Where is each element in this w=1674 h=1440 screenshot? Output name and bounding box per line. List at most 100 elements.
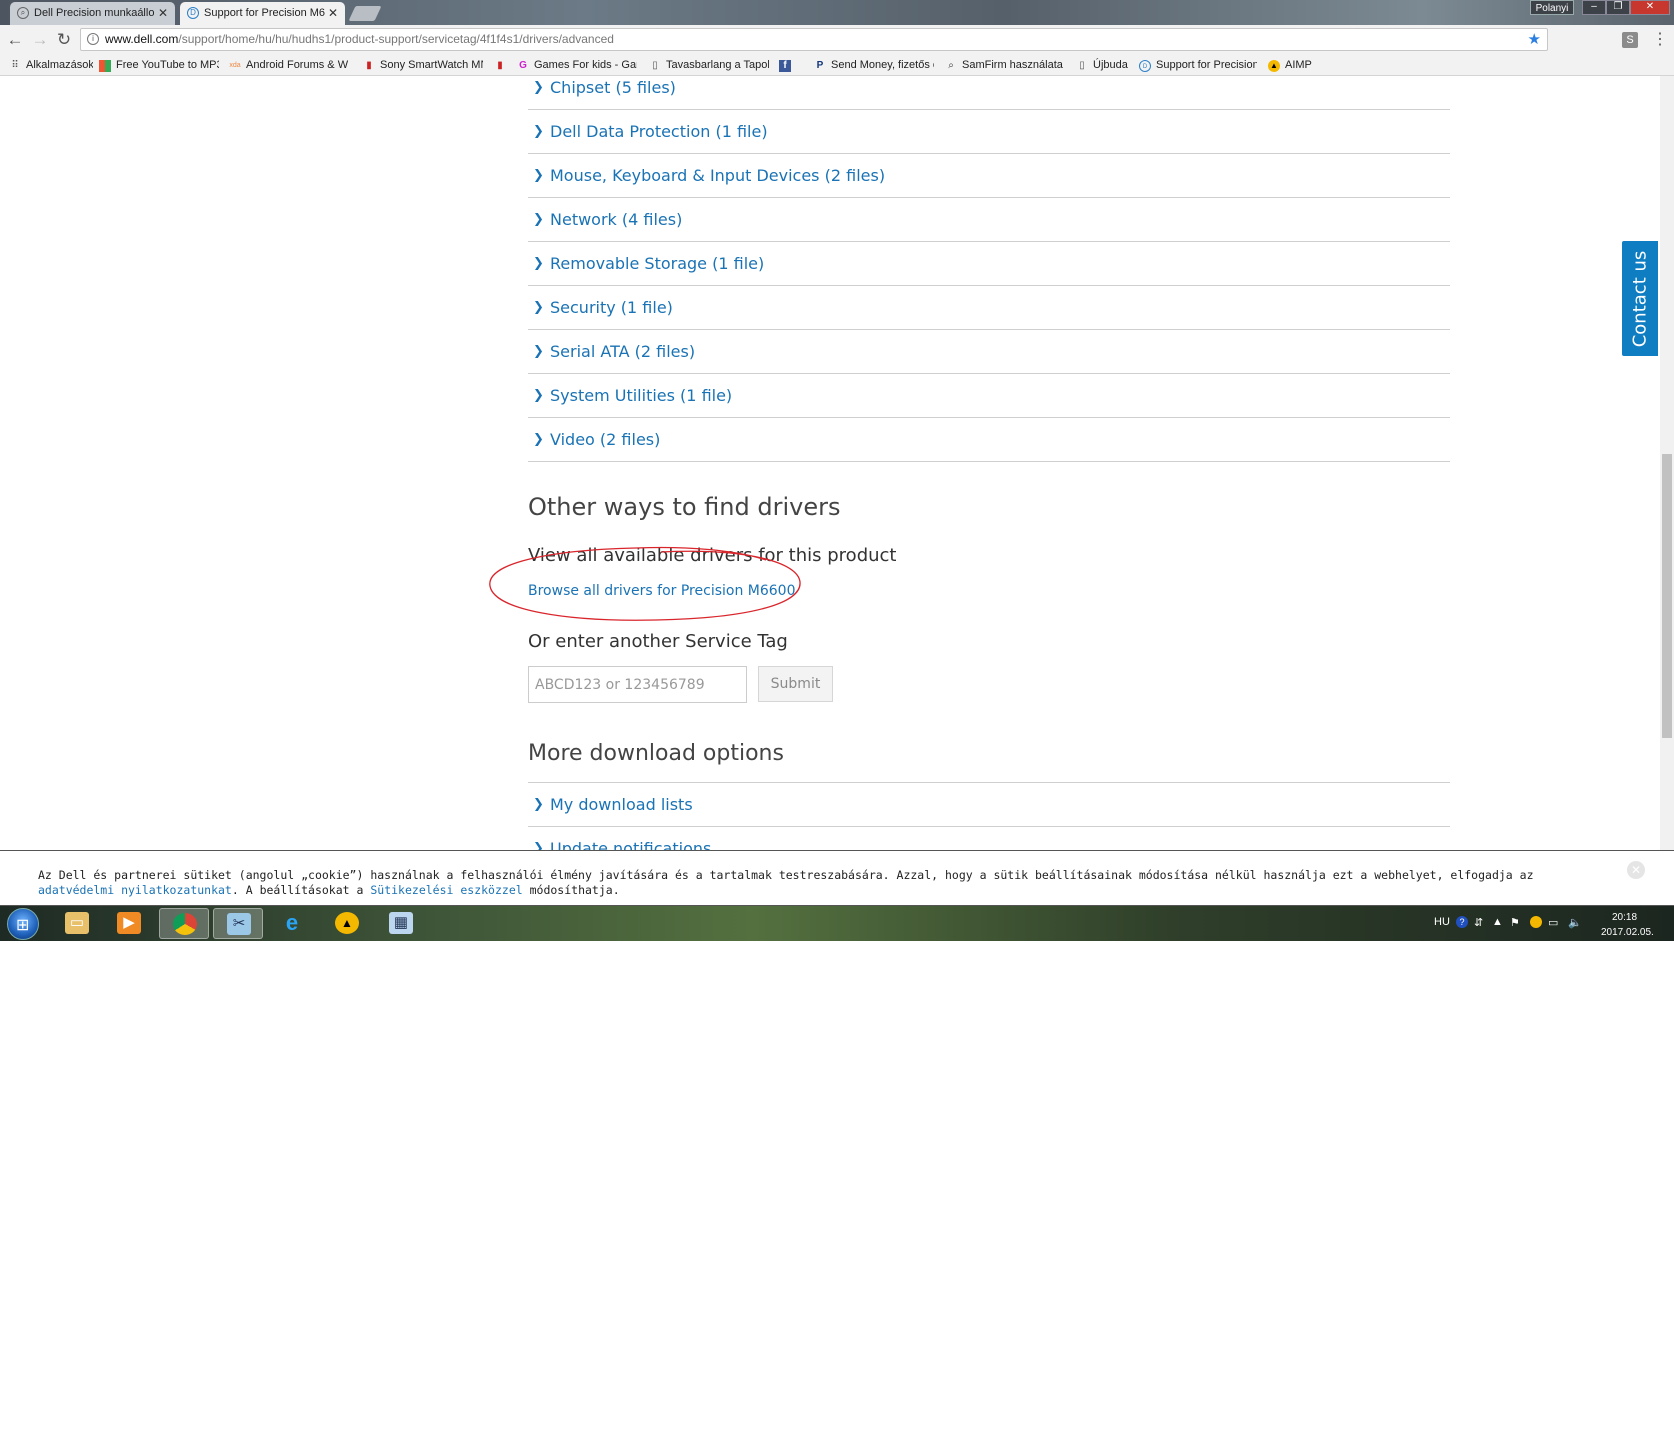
driver-category-chipset[interactable]: ❯ Chipset (5 files)	[528, 76, 1450, 110]
taskbar-aimp[interactable]: ▲	[322, 908, 372, 939]
bookmark-label: Games For kids - Gam	[534, 59, 637, 71]
submit-button[interactable]: Submit	[758, 666, 833, 702]
bookmark-label: Alkalmazások	[26, 59, 93, 71]
internet-explorer-icon: e	[285, 910, 299, 935]
reload-icon[interactable]: ↻	[53, 29, 75, 51]
close-icon[interactable]: ✕	[158, 2, 168, 25]
tab-label: Support for Precision M6	[204, 7, 326, 19]
category-label: Network (4 files)	[550, 210, 683, 229]
start-button[interactable]: ⊞	[7, 908, 39, 940]
taskbar-internet-explorer[interactable]: e	[267, 908, 317, 939]
chrome-menu-icon[interactable]: ⋮	[1652, 29, 1668, 51]
bookmark-aimp[interactable]: ▲ AIMP	[1268, 55, 1328, 76]
contact-us-tab[interactable]: Contact us	[1622, 241, 1658, 356]
red-annotation-circle	[489, 546, 801, 621]
bookmark-label: Free YouTube to MP3	[116, 59, 219, 71]
driver-category-video[interactable]: ❯ Video (2 files)	[528, 418, 1450, 462]
bookmark-label: Support for Precision	[1156, 59, 1257, 71]
profile-button[interactable]: Polanyi	[1530, 0, 1574, 15]
driver-category-dell-data-protection[interactable]: ❯ Dell Data Protection (1 file)	[528, 110, 1450, 154]
driver-category-serial-ata[interactable]: ❯ Serial ATA (2 files)	[528, 330, 1450, 374]
new-tab-button[interactable]	[348, 6, 382, 21]
privacy-statement-link[interactable]: adatvédelmi nyilatkozatunkat	[38, 883, 232, 897]
download-option-update-notifications[interactable]: ❯ Update notifications	[528, 827, 1450, 850]
driver-category-removable-storage[interactable]: ❯ Removable Storage (1 file)	[528, 242, 1450, 286]
taskbar-chrome[interactable]	[159, 908, 209, 939]
tab-dell-precision[interactable]: ⌕ Dell Precision munkaállo ✕	[10, 2, 175, 25]
aimp-icon: ▲	[1268, 60, 1280, 72]
page-scrollbar[interactable]	[1660, 76, 1674, 850]
show-hidden-icons-icon[interactable]: ▲	[1492, 916, 1503, 928]
category-label: Video (2 files)	[550, 430, 661, 449]
bookmark-red-phone[interactable]: ▮	[494, 55, 512, 76]
other-ways-heading: Other ways to find drivers	[528, 493, 841, 521]
restore-button[interactable]: ❐	[1606, 0, 1630, 15]
category-label: Security (1 file)	[550, 298, 673, 317]
bookmark-star-icon[interactable]: ★	[1528, 29, 1541, 50]
volume-icon[interactable]: 🔈	[1568, 916, 1582, 929]
scrollbar-thumb[interactable]	[1662, 454, 1672, 738]
language-indicator[interactable]: HU	[1434, 916, 1450, 928]
tab-support-precision[interactable]: D Support for Precision M6 ✕	[180, 2, 345, 25]
calculator-icon: ▦	[389, 912, 413, 934]
download-option-my-lists[interactable]: ❯ My download lists	[528, 783, 1450, 827]
minimize-button[interactable]: –	[1582, 0, 1606, 15]
bookmark-samfirm[interactable]: ⌕ SamFirm használata -	[945, 55, 1063, 76]
phone-icon: ▮	[497, 60, 503, 71]
url-host: www.dell.com	[105, 32, 179, 46]
search-icon: ⌕	[948, 60, 954, 71]
bookmark-ujbuda[interactable]: ▯ Újbuda	[1076, 55, 1141, 76]
bookmark-label: Tavasbarlang a Tapolc	[666, 59, 769, 71]
bookmark-facebook[interactable]: f	[779, 55, 797, 76]
window-close-button[interactable]: ✕	[1630, 0, 1670, 15]
taskbar-calculator[interactable]: ▦	[376, 908, 426, 939]
chevron-right-icon: ❯	[533, 212, 544, 227]
page-viewport: ❯ Chipset (5 files) ❯ Dell Data Protecti…	[0, 76, 1660, 850]
info-icon[interactable]: i	[87, 33, 99, 45]
chevron-right-icon: ❯	[533, 300, 544, 315]
taskbar-media-player[interactable]: ▶	[104, 908, 154, 939]
address-bar[interactable]: i www.dell.com/support/home/hu/hu/hudhs1…	[80, 28, 1548, 51]
bookmark-support-precision[interactable]: D Support for Precision	[1139, 55, 1257, 76]
bookmark-paypal[interactable]: P Send Money, fizetős c	[814, 55, 934, 76]
bookmark-label: Sony SmartWatch MN	[380, 59, 483, 71]
driver-category-system-utilities[interactable]: ❯ System Utilities (1 file)	[528, 374, 1450, 418]
url-path: /support/home/hu/hu/hudhs1/product-suppo…	[178, 32, 614, 46]
more-download-heading: More download options	[528, 741, 784, 766]
clock-date[interactable]: 2017.02.05.	[1601, 927, 1654, 938]
bookmark-games-for-kids[interactable]: G Games For kids - Gam	[517, 55, 637, 76]
windows-taskbar: ⊞ ▭ ▶ ✂ e ▲ ▦ HU ? ⇵ ▲ ⚑ ▭ 🔈 20:18 2017.…	[0, 906, 1674, 941]
close-icon[interactable]: ✕	[328, 2, 338, 25]
extension-icon[interactable]: S	[1622, 32, 1638, 48]
service-tag-input[interactable]	[528, 666, 747, 703]
tray-app-icon[interactable]	[1530, 916, 1542, 928]
cookie-close-icon[interactable]: ✕	[1627, 861, 1645, 879]
action-center-flag-icon[interactable]: ⚑	[1510, 916, 1520, 929]
driver-category-network[interactable]: ❯ Network (4 files)	[528, 198, 1450, 242]
clock-time[interactable]: 20:18	[1612, 912, 1637, 923]
driver-category-security[interactable]: ❯ Security (1 file)	[528, 286, 1450, 330]
taskbar-snipping-tool[interactable]: ✂	[213, 908, 263, 939]
dell-logo-icon: D	[1139, 60, 1151, 72]
back-arrow-icon[interactable]: ←	[4, 29, 26, 51]
bookmark-tavasbarlang[interactable]: ▯ Tavasbarlang a Tapolc	[649, 55, 769, 76]
taskbar-explorer[interactable]: ▭	[52, 908, 102, 939]
driver-category-input-devices[interactable]: ❯ Mouse, Keyboard & Input Devices (2 fil…	[528, 154, 1450, 198]
chevron-right-icon: ❯	[533, 432, 544, 447]
bookmark-apps[interactable]: ⠿ Alkalmazások	[9, 55, 93, 76]
tray-arrow-icon[interactable]: ⇵	[1474, 916, 1483, 929]
search-icon: ⌕	[17, 7, 29, 19]
cookie-tools-link[interactable]: Sütikezelési eszközzel	[370, 883, 522, 897]
forward-arrow-icon[interactable]: →	[29, 29, 51, 51]
bookmark-youtube-mp3[interactable]: Free YouTube to MP3	[99, 55, 219, 76]
bookmark-xda-android[interactable]: xda Android Forums & W	[229, 55, 349, 76]
screen: ⌕ Dell Precision munkaállo ✕ D Support f…	[0, 0, 1674, 941]
bookmark-sony-smartwatch[interactable]: ▮ Sony SmartWatch MN	[363, 55, 483, 76]
chevron-right-icon: ❯	[533, 168, 544, 183]
help-icon[interactable]: ?	[1456, 916, 1468, 928]
bookmark-label: Újbuda	[1093, 59, 1128, 71]
colorful-squares-icon	[99, 60, 111, 72]
network-icon[interactable]: ▭	[1548, 916, 1558, 929]
category-label: Serial ATA (2 files)	[550, 342, 696, 361]
cookie-text-part: . A beállításokat a	[231, 883, 371, 897]
